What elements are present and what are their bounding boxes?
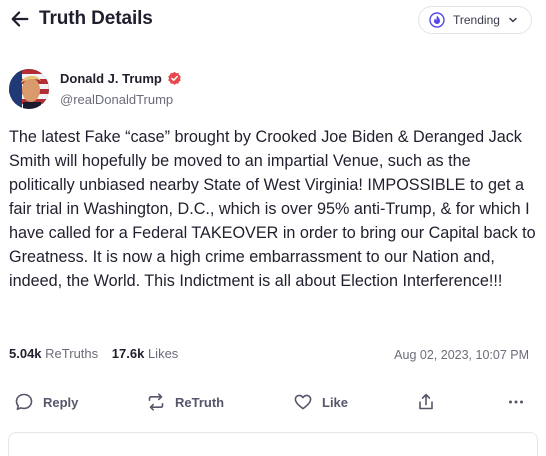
avatar-image — [9, 69, 49, 109]
top-bar: Truth Details Trending — [0, 0, 546, 40]
retruth-button[interactable]: ReTruth — [146, 388, 224, 416]
retruths-label: ReTruths — [45, 346, 99, 361]
speech-bubble-icon — [15, 393, 33, 410]
reply-label: Reply — [43, 394, 79, 410]
retruths-count: 5.04k — [9, 346, 42, 361]
author-name[interactable]: Donald J. Trump — [60, 71, 162, 86]
like-label: Like — [322, 394, 349, 410]
author-name-row: Donald J. Trump — [60, 71, 182, 86]
avatar[interactable] — [9, 69, 49, 109]
chevron-down-icon — [509, 17, 517, 23]
reply-button[interactable]: Reply — [14, 388, 78, 416]
post-timestamp: Aug 02, 2023, 10:07 PM — [394, 348, 529, 362]
post-stats: 5.04k ReTruths 17.6k Likes Aug 02, 2023,… — [9, 346, 537, 366]
flame-icon — [429, 12, 445, 28]
author-handle[interactable]: @realDonaldTrump — [60, 92, 173, 107]
page-title: Truth Details — [39, 8, 153, 29]
verified-badge-icon — [168, 71, 181, 85]
trending-dropdown[interactable]: Trending — [418, 6, 532, 34]
trending-label: Trending — [453, 13, 500, 27]
more-options-button[interactable] — [506, 388, 526, 416]
share-icon — [419, 393, 433, 410]
retruths-stat[interactable]: 5.04k ReTruths — [9, 346, 98, 361]
post-author: Donald J. Trump @realDonaldTrump — [0, 66, 546, 112]
retruth-arrows-icon — [148, 393, 164, 411]
heart-icon — [294, 394, 312, 410]
likes-label: Likes — [147, 346, 179, 361]
next-post-card[interactable] — [8, 432, 538, 456]
ellipsis-icon — [509, 400, 523, 404]
retruth-label: ReTruth — [175, 394, 225, 410]
post-actions: Reply ReTruth Like — [0, 388, 546, 418]
likes-stat[interactable]: 17.6k Likes — [112, 346, 179, 361]
share-button[interactable] — [416, 388, 436, 416]
likes-count: 17.6k — [111, 346, 145, 361]
like-button[interactable]: Like — [293, 388, 348, 416]
post-text: The latest Fake “case” brought by Crooke… — [9, 128, 536, 290]
arrow-left-icon[interactable] — [9, 8, 31, 30]
